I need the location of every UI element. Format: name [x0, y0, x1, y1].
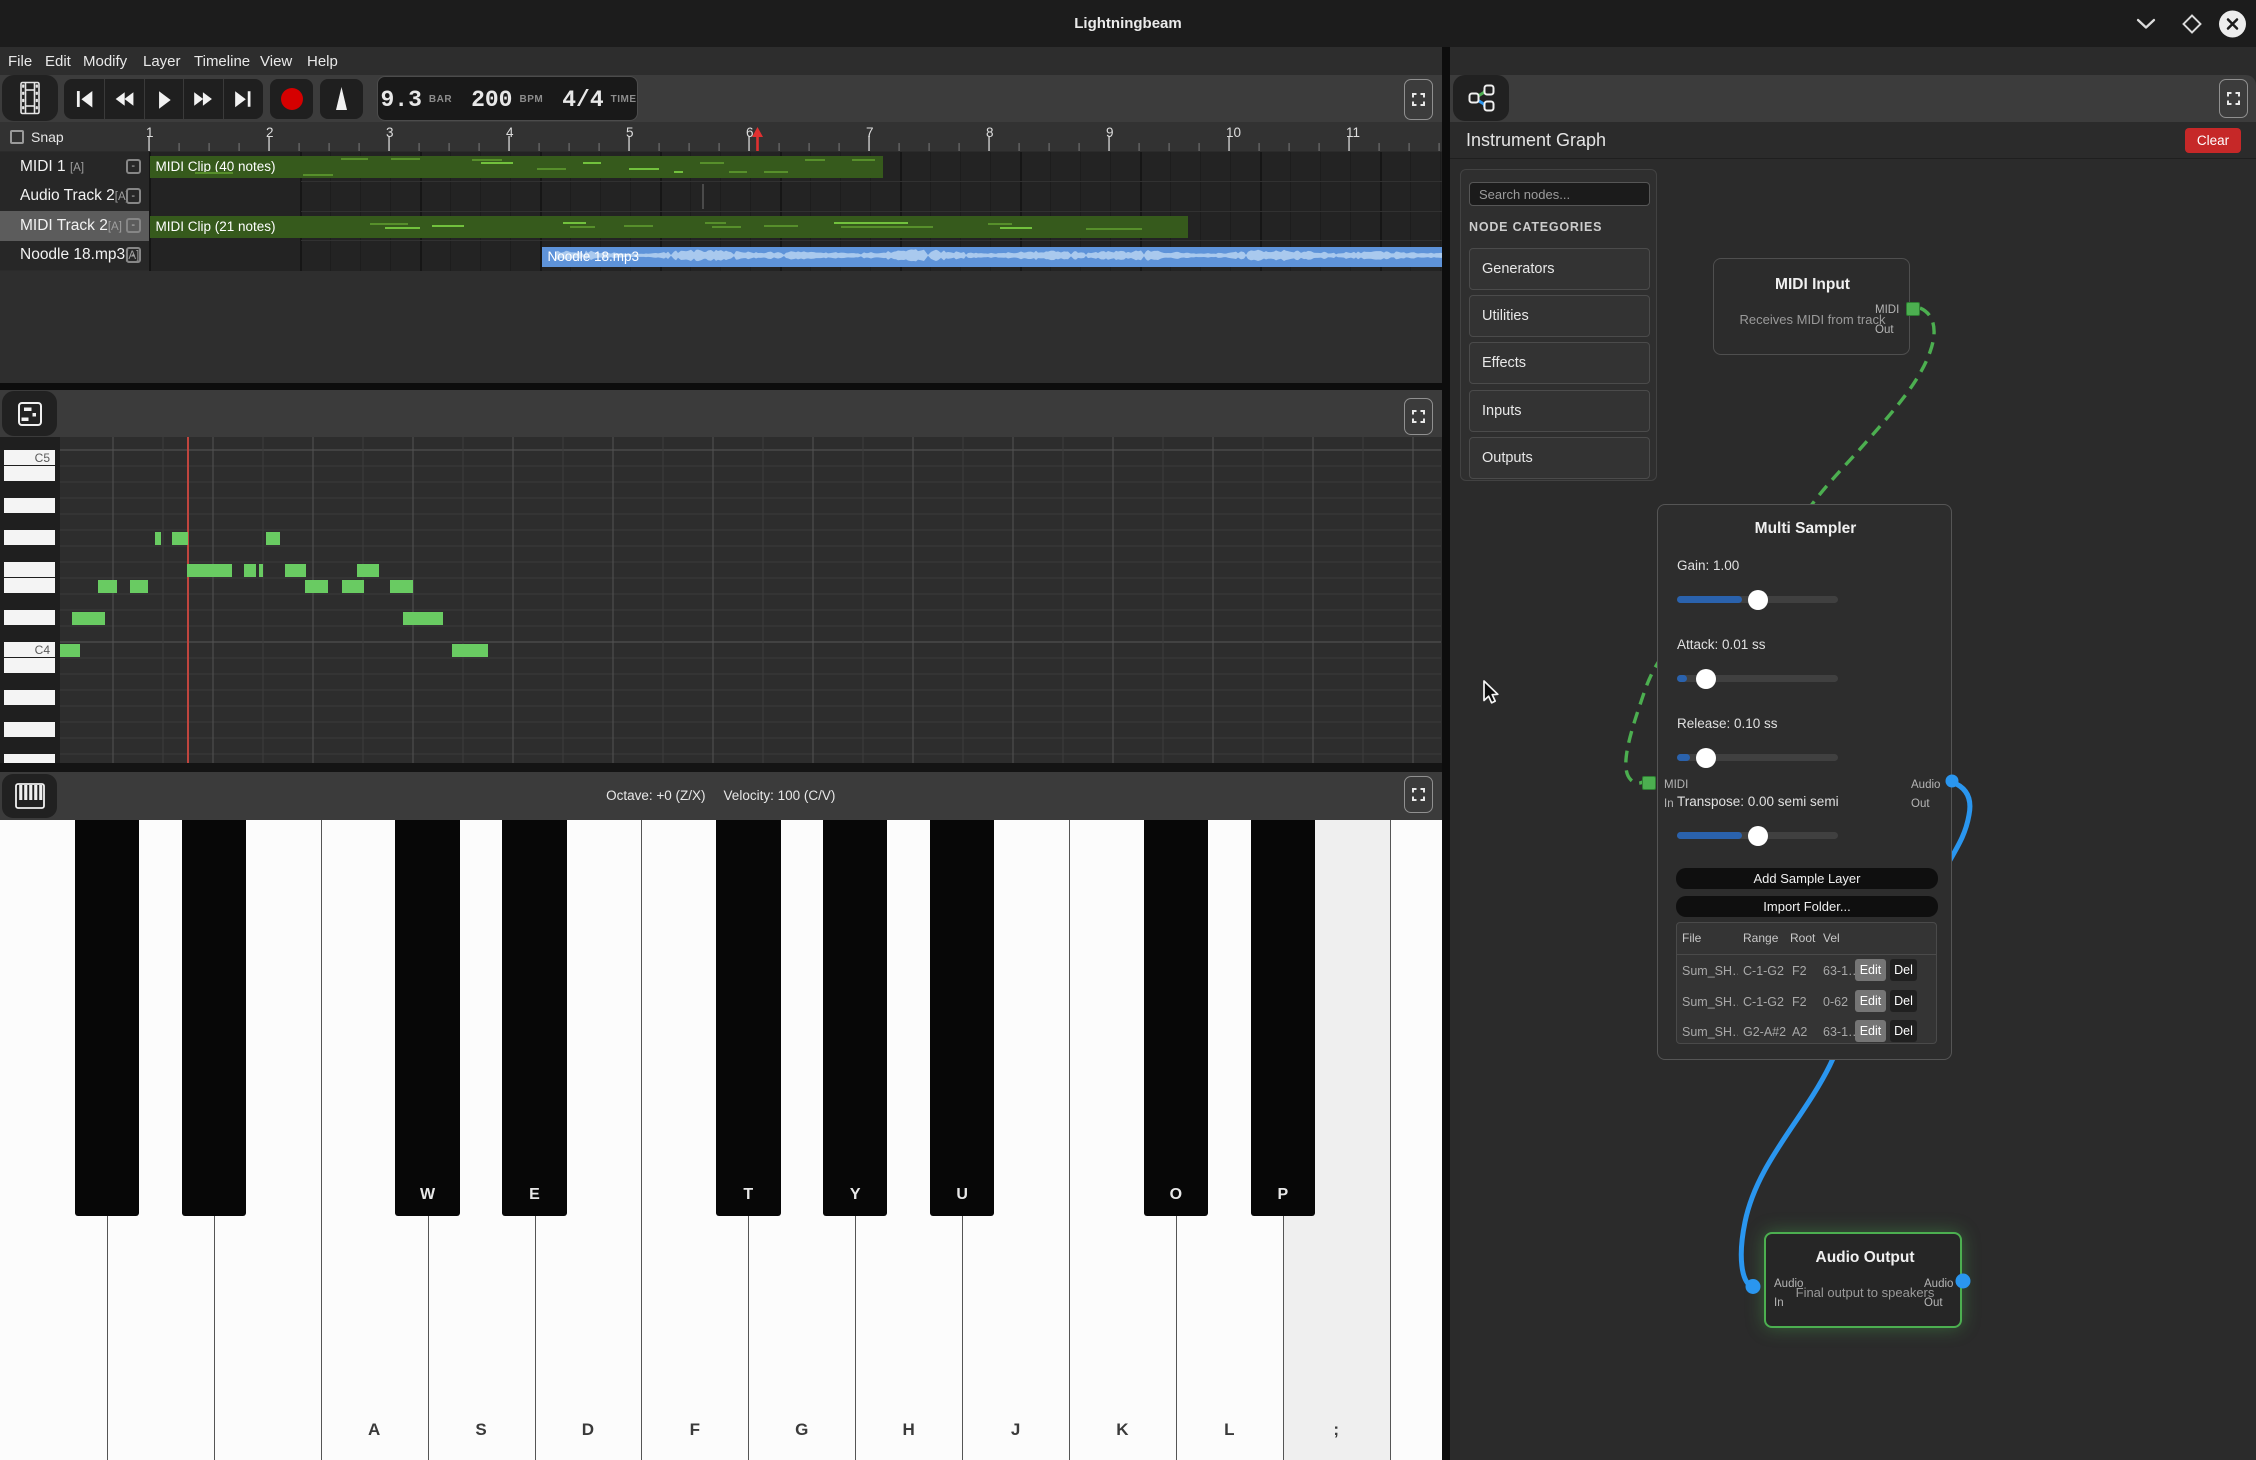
svg-text:10: 10: [1226, 125, 1241, 140]
svg-text:7: 7: [866, 125, 874, 140]
svg-text:3: 3: [386, 125, 394, 140]
svg-text:8: 8: [986, 125, 994, 140]
svg-text:6: 6: [746, 125, 754, 140]
svg-text:1: 1: [146, 125, 154, 140]
svg-text:9: 9: [1106, 125, 1114, 140]
svg-text:2: 2: [266, 125, 274, 140]
svg-text:5: 5: [626, 125, 634, 140]
svg-text:4: 4: [506, 125, 514, 140]
svg-text:11: 11: [1346, 125, 1360, 140]
